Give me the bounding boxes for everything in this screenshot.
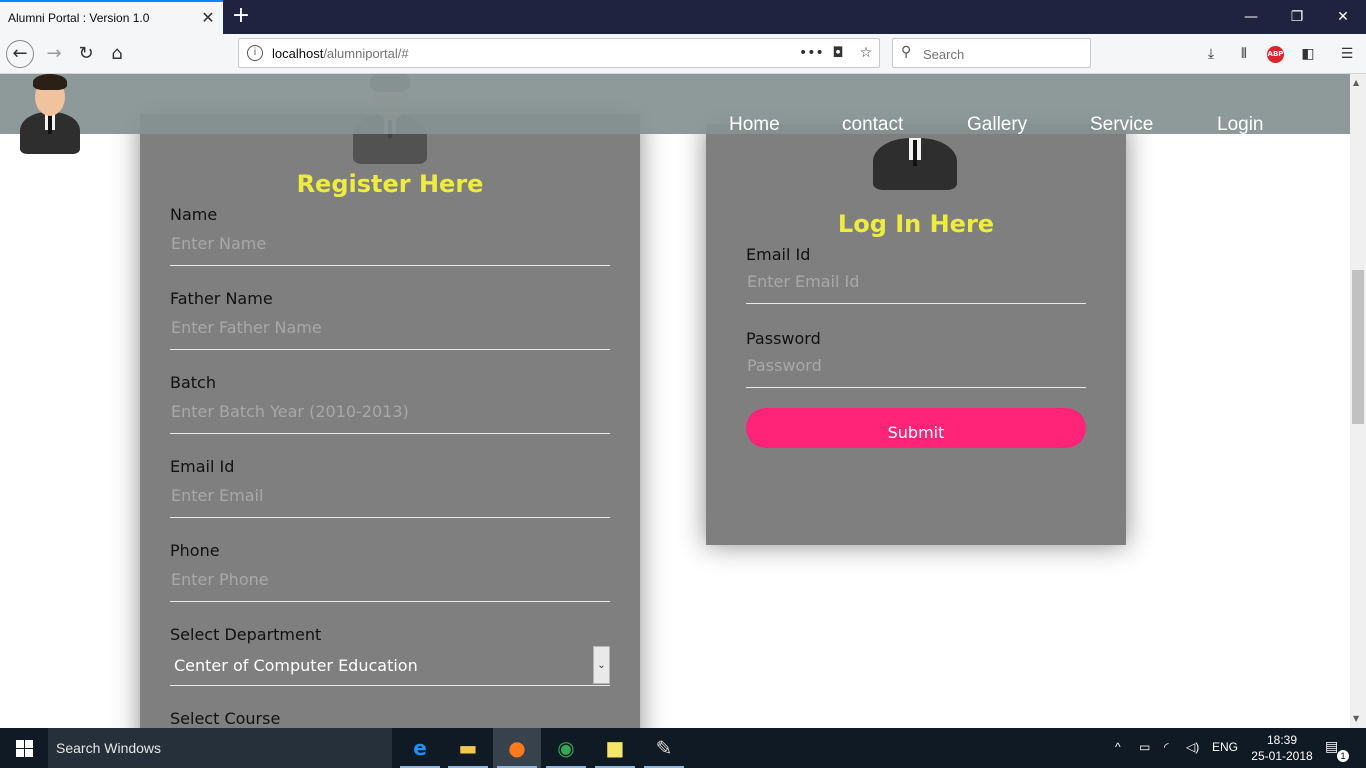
page-viewport: Register Here Name Father Name Batch Ema… [0, 74, 1350, 728]
nav-contact[interactable]: contact [842, 114, 903, 136]
firefox-icon[interactable]: ● [493, 728, 541, 768]
library-icon[interactable]: ⫴ [1234, 44, 1254, 64]
url-bar[interactable]: i localhost/alumniportal/# ••• ◘ ☆ [238, 38, 880, 68]
search-placeholder: Search [923, 47, 965, 62]
department-select[interactable]: Center of Computer Education ⌄ [170, 644, 610, 686]
paint-icon[interactable]: ✎ [640, 728, 688, 768]
menu-icon[interactable]: ☰ [1337, 44, 1357, 64]
phone-input[interactable] [170, 558, 610, 602]
url-text[interactable]: localhost/alumniportal/# [272, 46, 409, 61]
download-icon[interactable]: ⤓ [1201, 44, 1221, 64]
volume-icon[interactable]: ◁) [1186, 740, 1199, 754]
batch-input[interactable] [170, 390, 610, 434]
notification-count: 1 [1337, 750, 1349, 762]
clock-date: 25-01-2018 [1251, 749, 1313, 763]
clock-time: 18:39 [1266, 733, 1298, 747]
bookmark-star-icon[interactable]: ☆ [856, 43, 876, 63]
forward-arrow-icon[interactable]: → [40, 40, 68, 68]
url-host: localhost [272, 46, 324, 61]
minimize-icon[interactable]: — [1236, 5, 1266, 29]
search-bar[interactable]: ⚲ Search [892, 38, 1091, 68]
sidebar-icon[interactable]: ◧ [1298, 44, 1318, 64]
site-header: Home contact Gallery Service Login [0, 74, 1350, 154]
search-icon: ⚲ [901, 44, 912, 60]
new-tab-button[interactable]: + [230, 5, 252, 27]
browser-toolbar: ← → ↻ ⌂ i localhost/alumniportal/# ••• ◘… [0, 34, 1366, 74]
restore-icon[interactable]: ❐ [1282, 5, 1312, 29]
login-panel: Log In Here Email Id Password Submit [706, 124, 1126, 545]
window-close-icon[interactable]: ✕ [1328, 5, 1358, 29]
register-title: Register Here [296, 170, 484, 198]
pocket-icon[interactable]: ◘ [828, 43, 848, 63]
battery-icon[interactable]: ▭ [1139, 740, 1150, 754]
browser-tab-bar: Alumni Portal : Version 1.0 ✕ + — ❐ ✕ [0, 0, 1366, 34]
register-panel: Register Here Name Father Name Batch Ema… [140, 74, 640, 728]
login-email-input[interactable] [746, 260, 1086, 304]
url-path: /alumniportal/# [323, 46, 409, 61]
scroll-down-icon[interactable]: ▼ [1353, 714, 1359, 723]
reload-icon[interactable]: ↻ [72, 40, 100, 68]
department-value: Center of Computer Education [174, 656, 418, 675]
login-title: Log In Here [837, 210, 995, 238]
home-icon[interactable]: ⌂ [103, 40, 131, 68]
chevron-down-icon[interactable]: ⌄ [593, 646, 610, 684]
site-info-icon[interactable]: i [247, 45, 263, 61]
adblock-icon[interactable]: ABP [1267, 46, 1284, 63]
file-explorer-icon[interactable]: ▬ [444, 728, 492, 768]
scroll-up-icon[interactable]: ▲ [1353, 78, 1359, 87]
father-name-input[interactable] [170, 306, 610, 350]
course-label: Select Course [170, 709, 281, 728]
browser-tab[interactable]: Alumni Portal : Version 1.0 ✕ [0, 0, 223, 34]
language-indicator[interactable]: ENG [1212, 740, 1238, 754]
page-actions-icon[interactable]: ••• [799, 43, 824, 63]
nav-service[interactable]: Service [1090, 114, 1153, 136]
name-input[interactable] [170, 222, 610, 266]
edge-icon[interactable]: e [396, 728, 444, 768]
taskbar-search-box[interactable]: Search Windows [48, 728, 392, 768]
nav-login[interactable]: Login [1217, 114, 1264, 136]
nav-gallery[interactable]: Gallery [967, 114, 1027, 136]
chrome-icon[interactable]: ◉ [542, 728, 590, 768]
tab-title: Alumni Portal : Version 1.0 [8, 11, 150, 25]
tray-chevron-icon[interactable]: ^ [1115, 740, 1121, 754]
nav-home[interactable]: Home [729, 114, 780, 136]
scrollbar-thumb[interactable] [1352, 270, 1364, 424]
clock[interactable]: 18:39 25-01-2018 [1247, 732, 1317, 764]
page-scrollbar[interactable]: ▲ ▼ [1350, 74, 1366, 728]
wifi-icon[interactable]: ◜ [1164, 740, 1169, 754]
tab-close-icon[interactable]: ✕ [199, 9, 217, 27]
taskbar-search-text: Search Windows [56, 740, 162, 756]
sticky-notes-icon[interactable]: ■ [591, 728, 639, 768]
windows-start-icon[interactable] [0, 728, 48, 768]
windows-taskbar: Search Windows e ▬ ● ◉ ■ ✎ ^ ▭ ◜ ◁) ENG … [0, 728, 1366, 768]
login-password-input[interactable] [746, 344, 1086, 388]
email-input[interactable] [170, 474, 610, 518]
back-arrow-icon[interactable]: ← [6, 40, 34, 68]
department-label: Select Department [170, 625, 322, 644]
submit-button[interactable]: Submit [746, 408, 1086, 448]
notification-icon[interactable]: ▤ [1325, 738, 1338, 755]
logo-avatar-icon[interactable] [20, 74, 80, 154]
